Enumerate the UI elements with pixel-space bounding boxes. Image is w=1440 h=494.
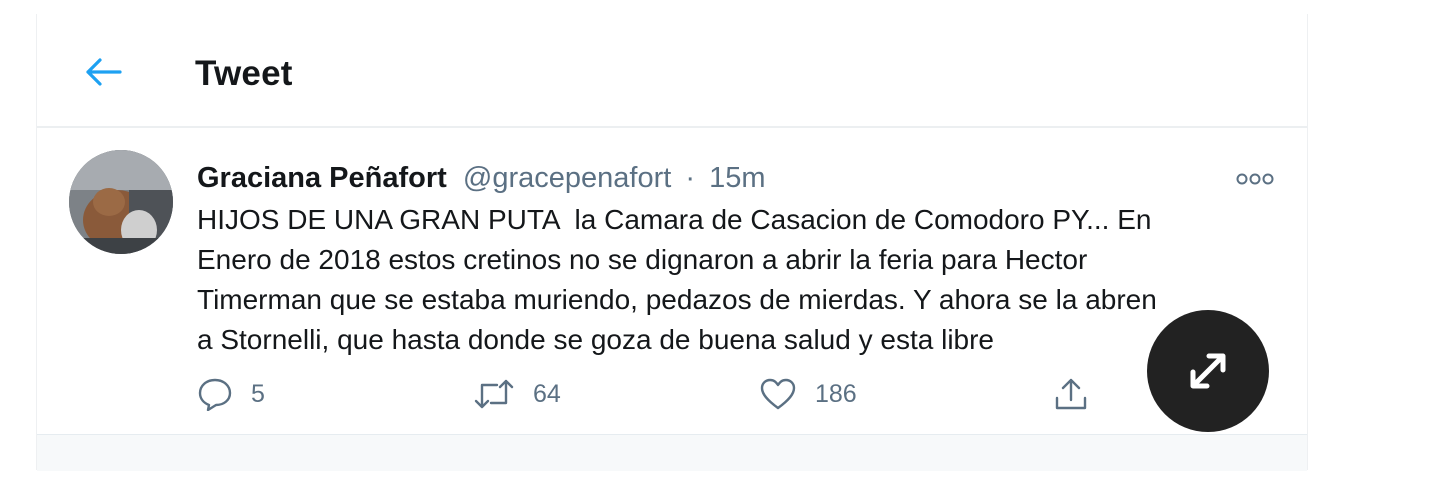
page-header: Tweet <box>37 14 1307 128</box>
share-button[interactable] <box>1053 374 1089 414</box>
expand-button[interactable] <box>1147 310 1269 432</box>
retweet-count: 64 <box>533 379 561 408</box>
tweet-time[interactable]: 15m <box>709 162 765 194</box>
page-title: Tweet <box>195 54 293 93</box>
like-count: 186 <box>815 379 857 408</box>
more-dots-icon <box>1236 173 1274 185</box>
tweet-article[interactable]: Graciana Peñafort @gracepenafort · 15m H… <box>37 128 1307 434</box>
author-name[interactable]: Graciana Peñafort <box>197 162 447 194</box>
separator-dot: · <box>685 162 696 194</box>
reply-button[interactable]: 5 <box>197 374 265 414</box>
retweet-icon <box>474 379 514 409</box>
avatar-photo <box>69 150 173 254</box>
bottom-divider <box>37 434 1307 471</box>
tweet-text: HIJOS DE UNA GRAN PUTA la Camara de Casa… <box>197 204 1157 355</box>
share-icon <box>1055 378 1087 410</box>
reply-count: 5 <box>251 379 265 408</box>
tweet-header: Graciana Peñafort @gracepenafort · 15m <box>197 162 766 195</box>
expand-arrows-icon <box>1190 353 1226 389</box>
author-handle[interactable]: @gracepenafort <box>463 162 671 194</box>
avatar[interactable] <box>69 150 173 254</box>
back-button[interactable] <box>77 50 129 94</box>
reply-icon <box>198 378 232 411</box>
more-button[interactable] <box>1233 166 1277 192</box>
like-button[interactable]: 186 <box>759 374 857 414</box>
tweet-panel: Tweet Graciana Peñafort @gracepenafort ·… <box>36 14 1308 471</box>
arrow-left-icon <box>86 58 122 86</box>
tweet-actions: 5 64 186 <box>197 374 1197 414</box>
retweet-button[interactable]: 64 <box>473 374 561 414</box>
heart-icon <box>760 378 796 410</box>
